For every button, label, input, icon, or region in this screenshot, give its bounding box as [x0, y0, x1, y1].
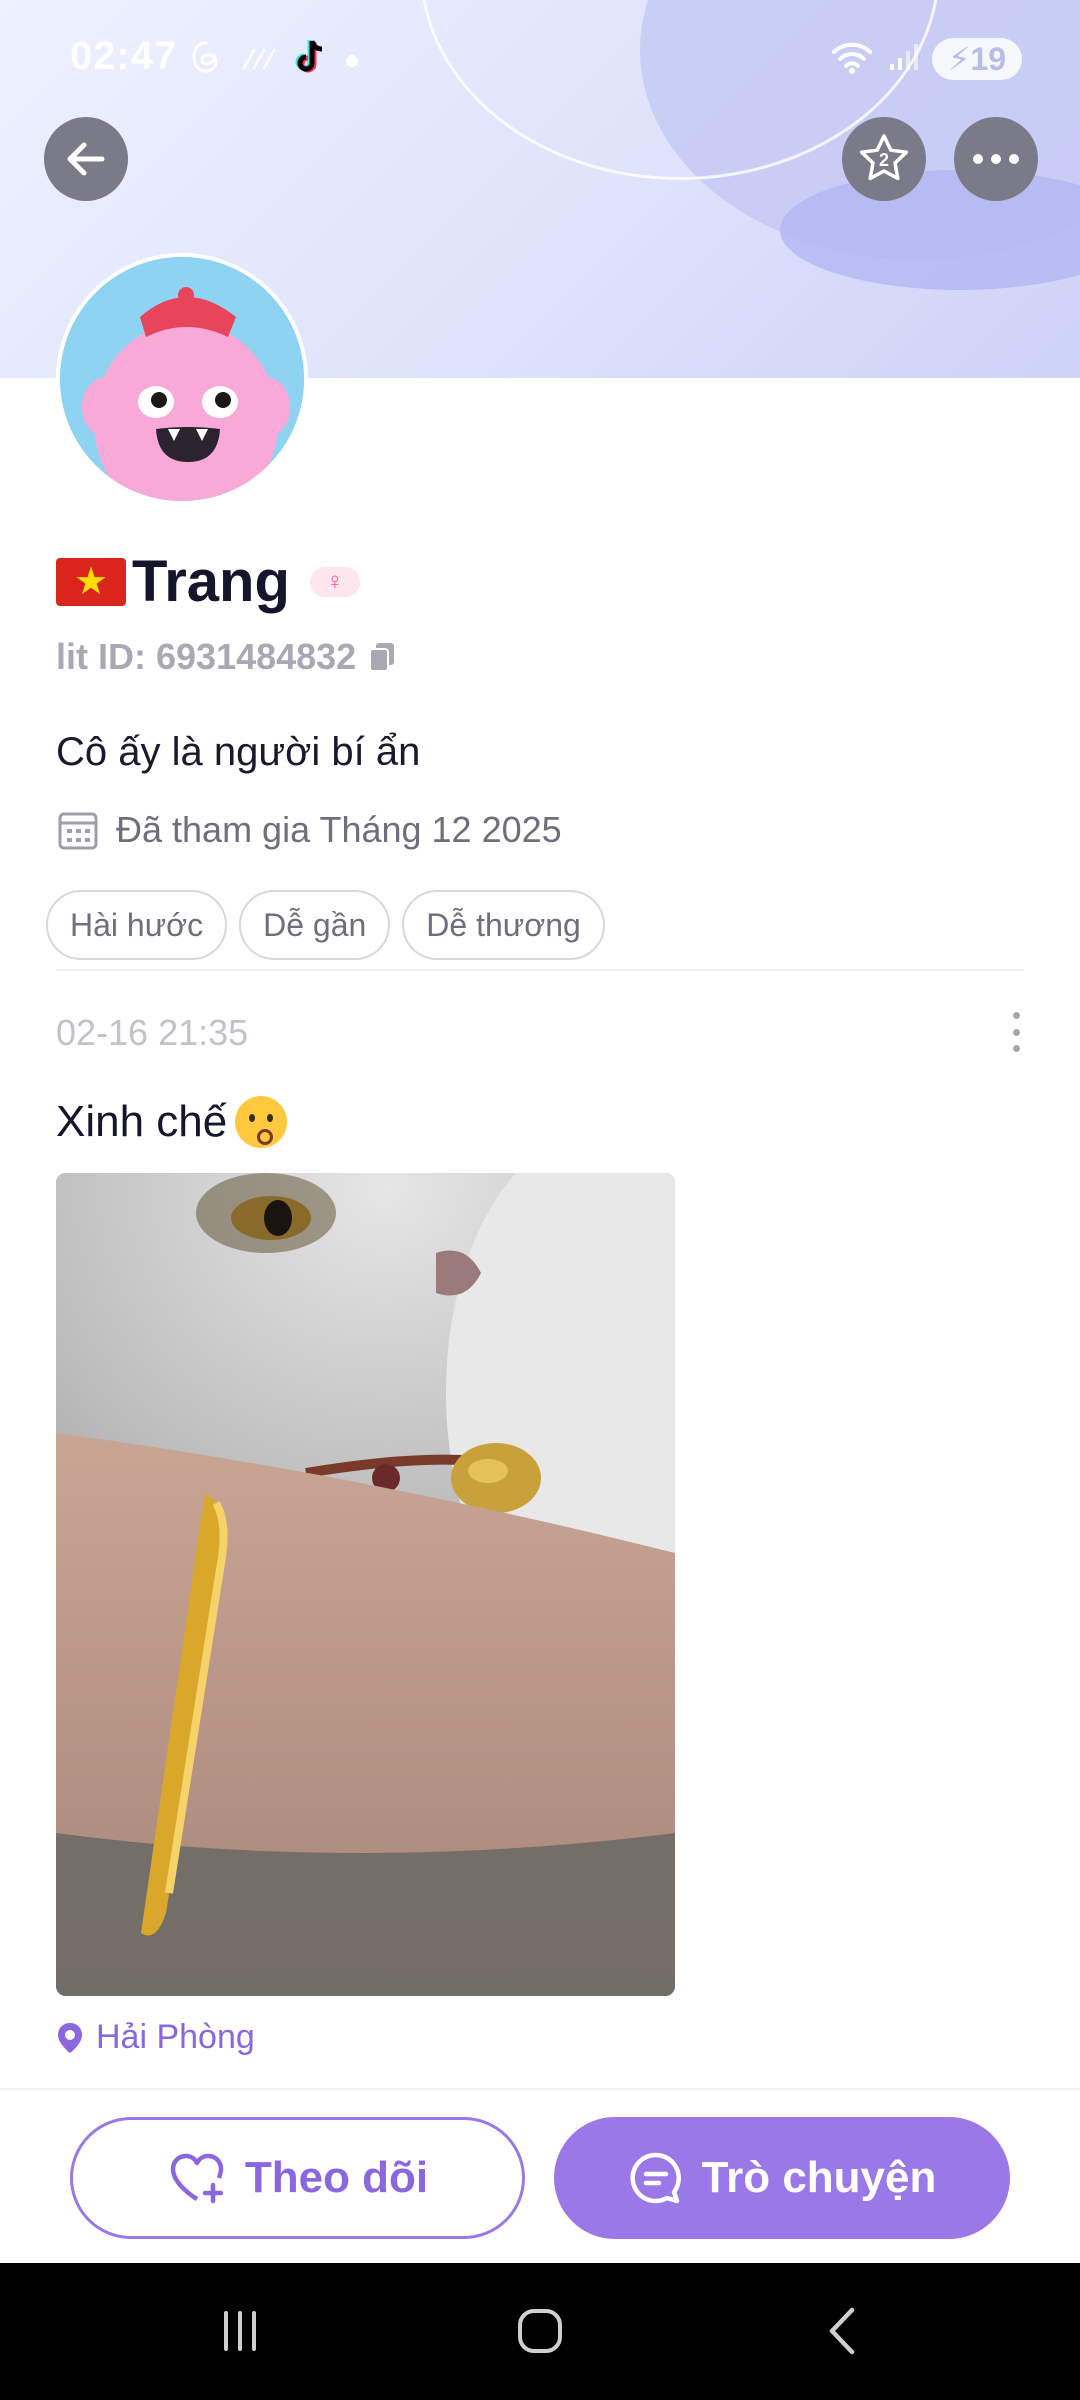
personality-tags: Hài hước Dễ gần Dễ thương [46, 890, 605, 960]
system-nav-bar [0, 2263, 1080, 2400]
home-button[interactable] [500, 2301, 580, 2361]
avatar[interactable] [56, 253, 308, 505]
star-badge-count: 2 [879, 150, 889, 170]
profile-name: Trang [132, 549, 290, 614]
battery-level: 19 [970, 41, 1006, 77]
cell-signal-icon [888, 42, 918, 77]
threads-icon [190, 40, 222, 82]
location-pin-icon [58, 2022, 82, 2053]
signal-dots-icon [240, 43, 276, 80]
status-bar: 02:47 ⚡19 [0, 0, 1080, 120]
monster-avatar-icon [60, 257, 304, 501]
status-left-icons [190, 38, 358, 84]
back-button[interactable] [44, 117, 128, 201]
more-options-button[interactable] [954, 117, 1038, 201]
joined-date-text: Đã tham gia Tháng 12 2025 [116, 809, 562, 850]
wifi-icon [830, 40, 874, 79]
follow-button[interactable]: Theo dõi [70, 2117, 525, 2239]
arrow-left-icon [67, 142, 105, 176]
lit-id-row[interactable]: lit ID: 6931484832 [56, 636, 396, 678]
post-caption-text: Xinh chế [56, 1097, 228, 1146]
female-icon: ♀ [309, 566, 360, 597]
cat-photo-image [56, 1173, 675, 1996]
heart-plus-icon [170, 2153, 224, 2204]
tag-chip: Dễ gần [239, 890, 391, 960]
section-divider [56, 969, 1024, 971]
copy-icon[interactable] [368, 641, 396, 673]
tag-chip: Hài hước [46, 890, 228, 960]
lit-id-text: lit ID: 6931484832 [56, 636, 357, 677]
chevron-left-icon [829, 2307, 855, 2355]
more-dot [1012, 1028, 1020, 1036]
profile-bio: Cô ấy là người bí ẩn [56, 730, 421, 774]
status-time: 02:47 [70, 34, 178, 78]
bottom-action-bar: Theo dõi Trò chuyện [0, 2088, 1080, 2263]
recent-apps-button[interactable] [200, 2301, 280, 2361]
chat-label: Trò chuyện [701, 2153, 937, 2202]
profile-name-row: Trang ♀ [56, 548, 360, 615]
favorite-button[interactable]: 2 [842, 117, 926, 201]
home-icon [518, 2309, 562, 2353]
post-photo[interactable] [56, 1173, 675, 1996]
recent-apps-icon [224, 2311, 256, 2351]
more-dot [1012, 1045, 1020, 1052]
chat-bubble-icon [630, 2152, 681, 2204]
status-right-icons: ⚡19 [830, 38, 1022, 80]
kissing-face-emoji-icon [235, 1096, 288, 1148]
calendar-icon [58, 812, 98, 850]
location-text: Hải Phòng [96, 2018, 255, 2056]
follow-label: Theo dõi [244, 2153, 429, 2202]
tiktok-icon [294, 38, 328, 84]
post-timestamp: 02-16 21:35 [56, 1012, 249, 1053]
notification-dot-icon [346, 55, 358, 67]
battery-icon: ⚡19 [931, 38, 1022, 80]
post-location[interactable]: Hải Phòng [56, 2018, 255, 2057]
more-vertical-icon [1012, 1012, 1020, 1019]
post-caption: Xinh chế [56, 1096, 288, 1148]
post-more-button[interactable] [1006, 1012, 1026, 1052]
more-horizontal-icon [973, 154, 1019, 164]
tag-chip: Dễ thương [402, 890, 605, 960]
nav-back-button[interactable] [802, 2301, 882, 2361]
joined-date-row: Đã tham gia Tháng 12 2025 [56, 808, 562, 852]
chat-button[interactable]: Trò chuyện [554, 2117, 1010, 2239]
star-badge-icon: 2 [859, 134, 909, 181]
vietnam-flag-icon [56, 557, 126, 606]
